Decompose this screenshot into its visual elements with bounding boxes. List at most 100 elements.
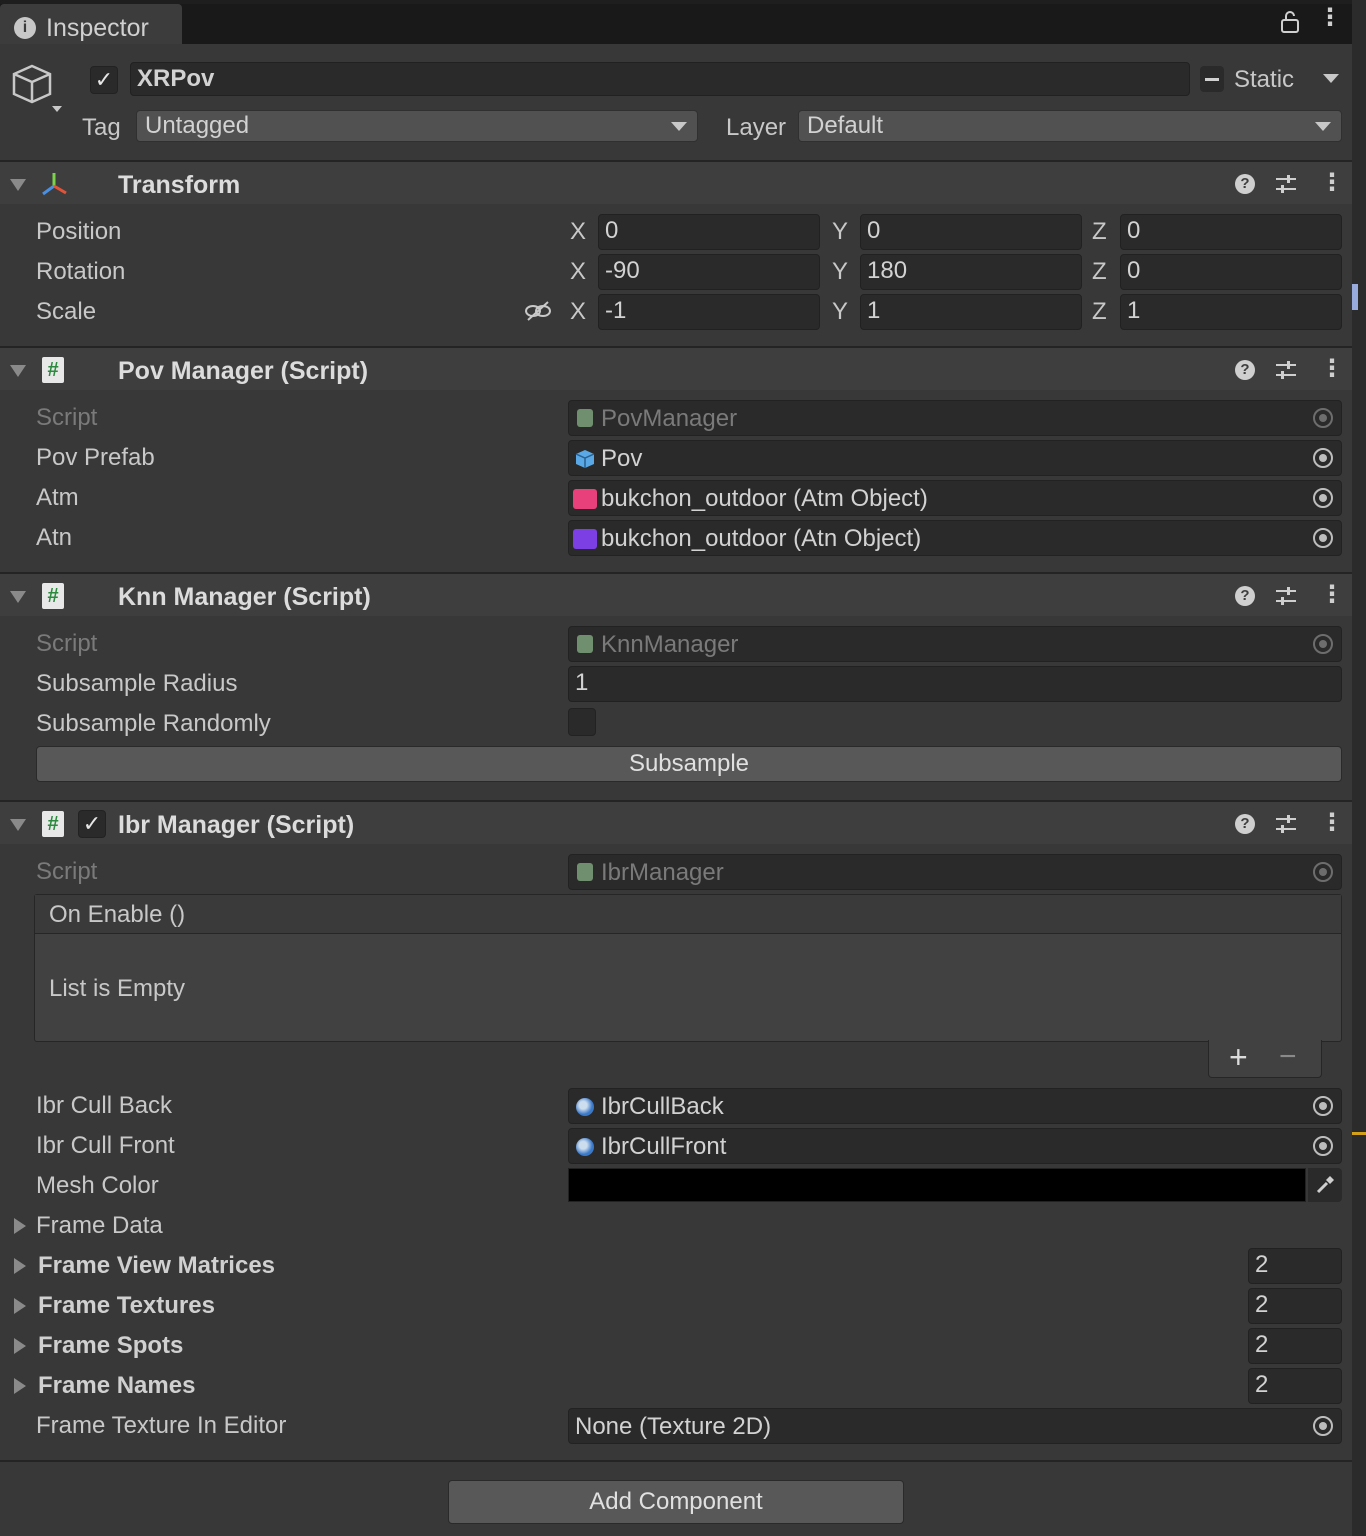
fold-arrow-icon[interactable]: [10, 819, 26, 831]
knn-manager-title: Knn Manager (Script): [118, 583, 371, 611]
knn-manager-header[interactable]: # Knn Manager (Script) ? ⋮: [0, 572, 1352, 616]
ibr-manager-title: Ibr Manager (Script): [118, 811, 355, 839]
frame-textures-label[interactable]: Frame Textures: [38, 1292, 215, 1320]
fold-arrow-icon[interactable]: [10, 365, 26, 377]
ibr-cull-back-field[interactable]: IbrCullBack: [568, 1088, 1342, 1124]
script-hash-icon: #: [42, 583, 64, 609]
rotation-z-field[interactable]: 0: [1120, 254, 1342, 290]
static-checkbox[interactable]: [1200, 66, 1224, 92]
frame-view-matrices-foldout-icon[interactable]: [14, 1258, 26, 1274]
scale-y-axis-label: Y: [832, 298, 849, 325]
tag-dropdown[interactable]: Untagged: [136, 110, 698, 142]
help-icon[interactable]: ?: [1235, 174, 1255, 194]
frame-textures-size-field[interactable]: 2: [1248, 1288, 1342, 1324]
position-z-field[interactable]: 0: [1120, 214, 1342, 250]
script-hash-icon: #: [42, 357, 64, 383]
subsample-randomly-checkbox[interactable]: [568, 708, 596, 736]
position-label: Position: [36, 218, 122, 245]
object-picker-icon[interactable]: [1313, 1136, 1333, 1156]
frame-names-size-field[interactable]: 2: [1248, 1368, 1342, 1404]
position-y-field[interactable]: 0: [860, 214, 1082, 250]
component-menu-icon[interactable]: ⋮: [1320, 583, 1344, 607]
frame-view-matrices-size-field[interactable]: 2: [1248, 1248, 1342, 1284]
prefab-cube-icon: [575, 450, 595, 468]
ibr-cull-front-field[interactable]: IbrCullFront: [568, 1128, 1342, 1164]
rotation-x-field[interactable]: -90: [598, 254, 820, 290]
frame-names-foldout-icon[interactable]: [14, 1378, 26, 1394]
mixed-dash-icon: [1205, 78, 1219, 81]
knn-script-label: Script: [36, 630, 98, 657]
object-picker-icon[interactable]: [1313, 1096, 1333, 1116]
eyedropper-button[interactable]: [1308, 1168, 1342, 1202]
presets-icon[interactable]: [1274, 584, 1298, 608]
presets-icon[interactable]: [1274, 812, 1298, 836]
ibr-cull-front-label: Ibr Cull Front: [36, 1132, 175, 1159]
tab-menu-icon[interactable]: ⋮: [1318, 6, 1342, 30]
fold-arrow-icon[interactable]: [10, 179, 26, 191]
frame-spots-label[interactable]: Frame Spots: [38, 1332, 183, 1360]
frame-texture-in-editor-field[interactable]: None (Texture 2D): [568, 1408, 1342, 1444]
atn-asset-icon: [573, 529, 597, 549]
scale-x-field[interactable]: -1: [598, 294, 820, 330]
static-label[interactable]: Static: [1234, 66, 1294, 94]
chevron-down-icon: [671, 122, 687, 131]
object-picker-icon[interactable]: [1313, 528, 1333, 548]
frame-spots-foldout-icon[interactable]: [14, 1338, 26, 1354]
subsample-radius-field[interactable]: 1: [568, 666, 1342, 702]
help-icon[interactable]: ?: [1235, 360, 1255, 380]
object-name-field[interactable]: XRPov: [130, 62, 1190, 96]
object-picker-icon: [1313, 634, 1333, 654]
pov-manager-header[interactable]: # Pov Manager (Script) ? ⋮: [0, 346, 1352, 390]
mesh-color-swatch[interactable]: [568, 1168, 1306, 1202]
chevron-down-icon: [1315, 122, 1331, 131]
rotation-y-field[interactable]: 180: [860, 254, 1082, 290]
script-hash-icon: #: [42, 811, 64, 837]
fold-arrow-icon[interactable]: [10, 591, 26, 603]
frame-textures-foldout-icon[interactable]: [14, 1298, 26, 1314]
scrollbar[interactable]: [1352, 0, 1366, 1536]
ibr-cull-front-value: IbrCullFront: [601, 1133, 727, 1160]
frame-data-label[interactable]: Frame Data: [36, 1212, 163, 1240]
active-checkbox[interactable]: ✓: [90, 66, 118, 94]
scale-y-field[interactable]: 1: [860, 294, 1082, 330]
component-menu-icon[interactable]: ⋮: [1320, 171, 1344, 195]
help-icon[interactable]: ?: [1235, 814, 1255, 834]
ibr-script-value: IbrManager: [601, 859, 724, 886]
add-component-button[interactable]: Add Component: [448, 1480, 904, 1524]
object-picker-icon[interactable]: [1313, 488, 1333, 508]
component-menu-icon[interactable]: ⋮: [1320, 811, 1344, 835]
atn-field[interactable]: bukchon_outdoor (Atn Object): [568, 520, 1342, 556]
gameobject-cube-icon[interactable]: [10, 62, 68, 114]
ibr-enabled-checkbox[interactable]: ✓: [78, 810, 106, 838]
static-dropdown-caret-icon[interactable]: [1323, 74, 1339, 83]
presets-icon[interactable]: [1274, 172, 1298, 196]
knn-script-field: KnnManager: [568, 626, 1342, 662]
frame-names-label[interactable]: Frame Names: [38, 1372, 195, 1400]
transform-title: Transform: [118, 171, 241, 199]
transform-header[interactable]: Transform ? ⋮: [0, 160, 1352, 204]
presets-icon[interactable]: [1274, 358, 1298, 382]
inspector-tab[interactable]: i Inspector: [0, 4, 182, 44]
object-picker-icon[interactable]: [1313, 1416, 1333, 1436]
frame-data-foldout-icon[interactable]: [14, 1218, 26, 1234]
position-x-field[interactable]: 0: [598, 214, 820, 250]
layer-dropdown[interactable]: Default: [798, 110, 1342, 142]
scale-z-field[interactable]: 1: [1120, 294, 1342, 330]
lock-icon[interactable]: [1280, 10, 1300, 34]
atn-value: bukchon_outdoor (Atn Object): [601, 525, 922, 552]
remove-event-icon[interactable]: −: [1279, 1040, 1297, 1074]
frame-spots-size-field[interactable]: 2: [1248, 1328, 1342, 1364]
help-icon[interactable]: ?: [1235, 586, 1255, 606]
frame-view-matrices-label[interactable]: Frame View Matrices: [38, 1252, 275, 1280]
event-list-empty-text: List is Empty: [49, 975, 186, 1002]
on-enable-event-title: On Enable (): [49, 901, 186, 928]
subsample-button[interactable]: Subsample: [36, 746, 1342, 782]
pov-prefab-field[interactable]: Pov: [568, 440, 1342, 476]
constrain-proportions-link-icon[interactable]: [524, 300, 552, 322]
checkmark-icon: ✓: [94, 67, 114, 92]
add-event-icon[interactable]: +: [1229, 1040, 1248, 1074]
component-menu-icon[interactable]: ⋮: [1320, 357, 1344, 381]
atm-field[interactable]: bukchon_outdoor (Atm Object): [568, 480, 1342, 516]
object-picker-icon[interactable]: [1313, 448, 1333, 468]
ibr-manager-header[interactable]: # ✓ Ibr Manager (Script) ? ⋮: [0, 800, 1352, 844]
